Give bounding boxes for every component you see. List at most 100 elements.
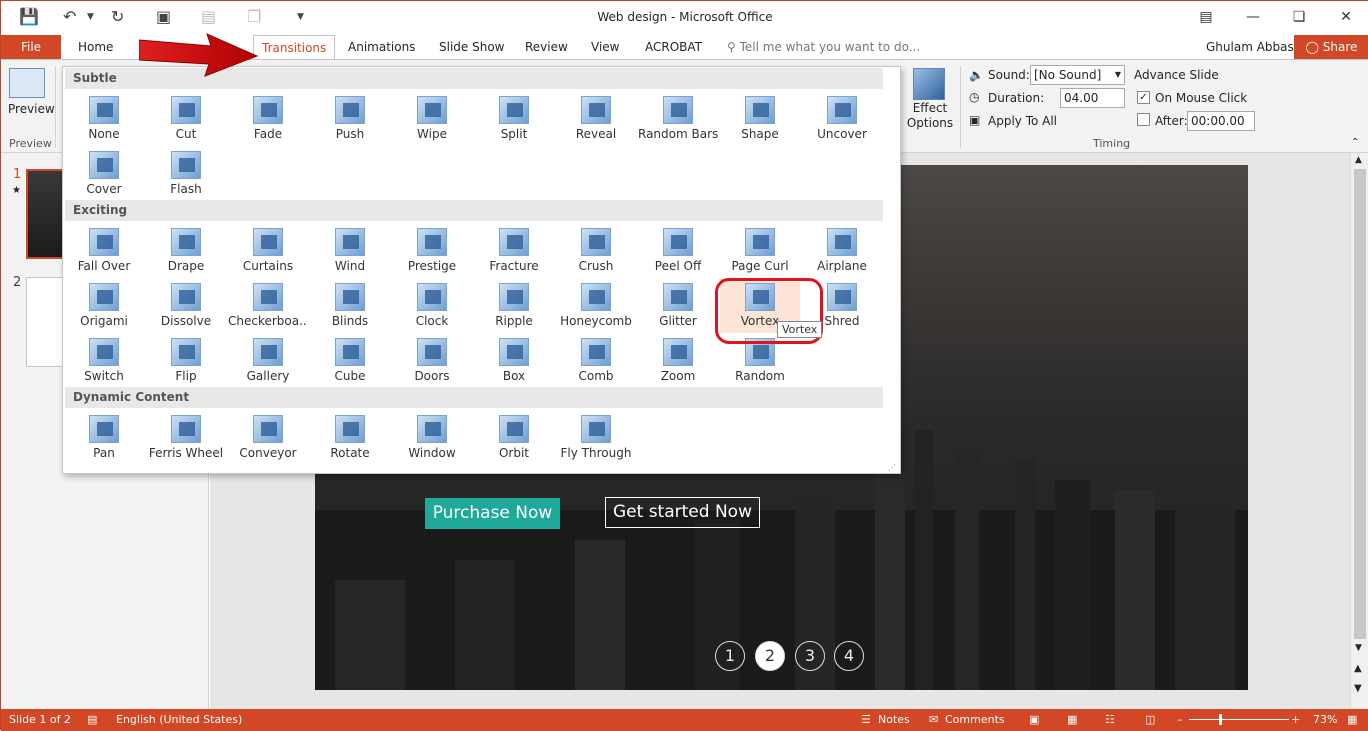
transition-peel-off[interactable]: Peel Off — [638, 224, 718, 278]
transition-wipe[interactable]: Wipe — [392, 92, 472, 146]
transition-orbit[interactable]: Orbit — [474, 411, 554, 465]
language[interactable]: English (United States) — [116, 709, 242, 731]
transition-airplane[interactable]: Airplane — [802, 224, 882, 278]
minimize-icon[interactable]: — — [1238, 5, 1268, 29]
transition-ferris-wheel[interactable]: Ferris Wheel — [146, 411, 226, 465]
transition-fracture[interactable]: Fracture — [474, 224, 554, 278]
transition-honeycomb[interactable]: Honeycomb — [556, 279, 636, 333]
get-started-button[interactable]: Get started Now — [605, 497, 760, 528]
slideshow-view-icon[interactable]: ◫ — [1145, 709, 1155, 731]
transition-origami[interactable]: Origami — [64, 279, 144, 333]
apply-to-all-button[interactable]: Apply To All — [988, 114, 1057, 128]
pager-dot-2[interactable]: 2 — [755, 641, 785, 671]
transition-window[interactable]: Window — [392, 411, 472, 465]
share-button[interactable]: ◯ Share — [1294, 35, 1368, 59]
transition-ripple[interactable]: Ripple — [474, 279, 554, 333]
scroll-down-icon[interactable]: ▼ — [1355, 643, 1362, 653]
transition-push[interactable]: Push — [310, 92, 390, 146]
pager-dot-1[interactable]: 1 — [715, 641, 745, 671]
transition-glitter[interactable]: Glitter — [638, 279, 718, 333]
transition-zoom[interactable]: Zoom — [638, 334, 718, 388]
comments-icon[interactable]: ✉ — [929, 709, 938, 731]
transition-box[interactable]: Box — [474, 334, 554, 388]
transition-fade[interactable]: Fade — [228, 92, 308, 146]
transition-dissolve[interactable]: Dissolve — [146, 279, 226, 333]
zoom-in-icon[interactable]: + — [1291, 709, 1300, 731]
preview-button-label[interactable]: Preview — [8, 102, 55, 116]
transition-gallery[interactable]: Gallery — [228, 334, 308, 388]
tell-me-box[interactable]: ⚲ Tell me what you want to do... — [727, 35, 920, 59]
transition-clock[interactable]: Clock — [392, 279, 472, 333]
normal-view-icon[interactable]: ▣ — [1029, 709, 1039, 731]
tab-acrobat[interactable]: ACROBAT — [637, 35, 710, 59]
reading-view-icon[interactable]: ☷ — [1105, 709, 1115, 731]
transition-blinds[interactable]: Blinds — [310, 279, 390, 333]
effect-options-button[interactable]: Effect Options — [904, 101, 956, 131]
collapse-ribbon-icon[interactable]: ⌃ — [1351, 137, 1359, 148]
notes-icon[interactable]: ☰ — [861, 709, 871, 731]
pager-dot-3[interactable]: 3 — [795, 641, 825, 671]
zoom-slider[interactable] — [1189, 719, 1289, 720]
tab-slide-show[interactable]: Slide Show — [431, 35, 512, 59]
transition-flash[interactable]: Flash — [146, 147, 226, 201]
tab-view[interactable]: View — [583, 35, 627, 59]
transition-wind[interactable]: Wind — [310, 224, 390, 278]
transition-random-bars[interactable]: Random Bars — [638, 92, 718, 146]
zoom-out-icon[interactable]: – — [1177, 709, 1183, 731]
tab-home[interactable]: Home — [70, 35, 121, 59]
transition-checkerboa[interactable]: Checkerboa... — [228, 279, 308, 333]
transition-split[interactable]: Split — [474, 92, 554, 146]
transition-cube[interactable]: Cube — [310, 334, 390, 388]
effect-options-icon[interactable] — [913, 68, 945, 100]
transition-shape[interactable]: Shape — [720, 92, 800, 146]
ribbon-display-icon[interactable]: ▤ — [1191, 5, 1221, 29]
transition-curtains[interactable]: Curtains — [228, 224, 308, 278]
transition-cover[interactable]: Cover — [64, 147, 144, 201]
slide-count[interactable]: Slide 1 of 2 — [9, 709, 71, 731]
tab-file[interactable]: File — [1, 35, 61, 59]
preview-icon[interactable] — [9, 68, 45, 98]
tab-transitions[interactable]: Transitions — [253, 35, 336, 60]
restore-icon[interactable]: ❏ — [1284, 5, 1314, 29]
sound-select[interactable]: [No Sound] ▼ — [1030, 65, 1125, 85]
user-name[interactable]: Ghulam Abbas — [1206, 35, 1294, 59]
transition-fly-through[interactable]: Fly Through — [556, 411, 636, 465]
transition-switch[interactable]: Switch — [64, 334, 144, 388]
vertical-scrollbar[interactable]: ▲ ▼ ▲ ▼ — [1350, 153, 1368, 709]
transition-fall-over[interactable]: Fall Over — [64, 224, 144, 278]
slide-sorter-icon[interactable]: ▦ — [1067, 709, 1077, 731]
scroll-thumb[interactable] — [1354, 169, 1366, 639]
duration-spinner[interactable]: 04.00 — [1060, 88, 1125, 108]
tab-animations[interactable]: Animations — [340, 35, 423, 59]
transition-rotate[interactable]: Rotate — [310, 411, 390, 465]
transition-doors[interactable]: Doors — [392, 334, 472, 388]
zoom-slider-thumb[interactable] — [1219, 714, 1222, 725]
tab-review[interactable]: Review — [517, 35, 576, 59]
transition-comb[interactable]: Comb — [556, 334, 636, 388]
transition-prestige[interactable]: Prestige — [392, 224, 472, 278]
transition-page-curl[interactable]: Page Curl — [720, 224, 800, 278]
on-mouse-click-checkbox[interactable]: ✓ — [1137, 91, 1150, 104]
transition-crush[interactable]: Crush — [556, 224, 636, 278]
close-icon[interactable]: ✕ — [1331, 5, 1361, 29]
transition-pan[interactable]: Pan — [64, 411, 144, 465]
scroll-up-icon[interactable]: ▲ — [1355, 155, 1362, 165]
purchase-now-button[interactable]: Purchase Now — [425, 498, 560, 529]
transition-flip[interactable]: Flip — [146, 334, 226, 388]
fit-to-window-icon[interactable]: ▦ — [1347, 709, 1357, 731]
transition-drape[interactable]: Drape — [146, 224, 226, 278]
prev-slide-icon[interactable]: ▲ — [1354, 663, 1362, 674]
transition-none[interactable]: None — [64, 92, 144, 146]
transition-uncover[interactable]: Uncover — [802, 92, 882, 146]
resize-grip-icon[interactable]: ⋰ — [888, 463, 896, 472]
comments-button[interactable]: Comments — [945, 709, 1005, 731]
zoom-level[interactable]: 73% — [1313, 709, 1337, 731]
after-spinner[interactable]: 00:00.00 — [1187, 111, 1255, 131]
transition-reveal[interactable]: Reveal — [556, 92, 636, 146]
transition-cut[interactable]: Cut — [146, 92, 226, 146]
notes-button[interactable]: Notes — [878, 709, 910, 731]
pager-dot-4[interactable]: 4 — [834, 641, 864, 671]
next-slide-icon[interactable]: ▼ — [1354, 683, 1362, 694]
after-checkbox[interactable] — [1137, 113, 1150, 126]
spellcheck-icon[interactable]: ▤ — [87, 709, 97, 731]
